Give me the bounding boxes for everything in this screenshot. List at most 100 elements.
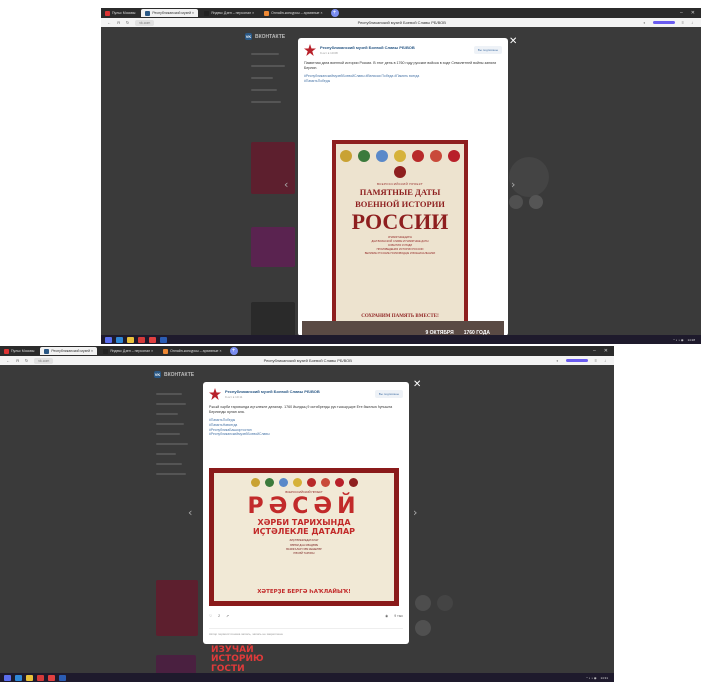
start-icon[interactable]: [4, 674, 11, 681]
new-tab-button[interactable]: +: [229, 347, 238, 355]
sidebar-item[interactable]: [251, 65, 285, 67]
vk-header: VK ВКОНТАКТЕ: [154, 371, 194, 378]
post-hashtag[interactable]: #РеспубликанскиймузейБоевойСлавы: [203, 432, 409, 437]
next-image-banner[interactable]: 9 ОКТЯБРЯ 1760 ГОДА: [302, 321, 504, 336]
folder-icon[interactable]: [127, 336, 134, 343]
sidebar-item[interactable]: [251, 89, 277, 91]
url-field[interactable]: vk.com: [34, 357, 54, 364]
translate-icon[interactable]: ◐: [643, 20, 645, 25]
word-icon[interactable]: [160, 336, 167, 343]
word-icon[interactable]: [59, 674, 66, 681]
sidebar-item[interactable]: [156, 393, 182, 395]
tab-4[interactable]: Онлайн-конкурсы – архивные ×: [159, 347, 225, 355]
tab-label: Яндекс Дзен – персонал ×: [211, 11, 255, 15]
post-author[interactable]: Республиканский музей Боевой Славы РБ/ВО…: [225, 389, 320, 394]
coat-of-arms-icon: [250, 478, 260, 487]
close-modal-icon[interactable]: ✕: [413, 379, 421, 390]
new-tab-button[interactable]: +: [330, 9, 339, 17]
address-bar: ← Я ↻ vk.com Республиканский музей Боевой С…: [0, 356, 614, 365]
post-date[interactable]: 9 окт в 10:08: [320, 51, 415, 55]
prev-post-arrow-icon[interactable]: ‹: [284, 178, 288, 191]
sidebar-item[interactable]: [251, 77, 273, 79]
tab-4[interactable]: Онлайн-конкурсы – архивные ×: [260, 9, 326, 17]
alice-wave-icon[interactable]: [565, 359, 588, 362]
download-icon[interactable]: ↓: [604, 358, 606, 363]
post-text: Рәсәй хәрби тарихында иҫтәлекле даталар.…: [209, 405, 393, 415]
side-ad-image[interactable]: [251, 227, 295, 267]
post-date[interactable]: 9 окт в 10:11: [225, 395, 320, 399]
clock[interactable]: 14:31: [600, 676, 608, 680]
page-title: Республиканский музей Боевой Славы РБ/ВО…: [263, 358, 352, 363]
post-image-poster[interactable]: ВСЕРОССИЙСКИЙ ПРОЕКТ РӘСӘЙ ХӘРБИ ТАРИХЫН…: [209, 468, 399, 606]
friend-avatar[interactable]: [415, 620, 431, 636]
vk-brand: ВКОНТАКТЕ: [255, 33, 286, 40]
back-icon[interactable]: ←: [6, 358, 10, 364]
tab-3[interactable]: Яндекс Дзен – персонал ×: [99, 347, 157, 355]
yandex-icon[interactable]: [48, 674, 55, 681]
prev-post-arrow-icon[interactable]: ‹: [188, 506, 192, 519]
close-window-icon[interactable]: ✕: [691, 10, 695, 16]
emblem-icon: [306, 478, 316, 487]
sidebar-item[interactable]: [156, 423, 184, 425]
yandex-icon[interactable]: [149, 336, 156, 343]
close-window-icon[interactable]: ✕: [604, 348, 608, 354]
next-post-arrow-icon[interactable]: ›: [413, 506, 417, 519]
minimize-icon[interactable]: –: [593, 348, 596, 354]
tab-label: Яндекс Дзен – персонал ×: [110, 349, 154, 353]
yandex-browser-icon[interactable]: [138, 336, 145, 343]
sidebar-item[interactable]: [156, 473, 186, 475]
yandex-browser-icon[interactable]: [37, 674, 44, 681]
emblem-icon: [394, 150, 406, 162]
sidebar-item[interactable]: [251, 53, 279, 55]
close-modal-icon[interactable]: ✕: [509, 36, 517, 47]
windows-taskbar: ^ ◐ ⌁ ◉ 14:31: [0, 673, 614, 682]
edge-icon[interactable]: [116, 336, 123, 343]
like-icon[interactable]: ♡: [209, 614, 212, 618]
friend-avatar[interactable]: [437, 595, 453, 611]
share-icon[interactable]: ⇗: [226, 614, 229, 618]
emblem-icon: [412, 150, 424, 162]
edge-icon[interactable]: [15, 674, 22, 681]
friend-avatar[interactable]: [509, 195, 523, 209]
post-image-poster[interactable]: ВСЕРОССИЙСКИЙ ПРОЕКТ ПАМЯТНЫЕ ДАТЫ ВОЕНН…: [332, 140, 468, 328]
menu-icon[interactable]: ≡: [595, 358, 597, 363]
reload-icon[interactable]: ↻: [126, 20, 129, 26]
windows-taskbar: ^ ◐ ⌁ ◉ 14:28: [101, 335, 701, 344]
tab-3[interactable]: Яндекс Дзен – персонал ×: [200, 9, 258, 17]
minimize-icon[interactable]: –: [680, 10, 683, 16]
sidebar-item[interactable]: [156, 463, 182, 465]
download-icon[interactable]: ↓: [691, 20, 693, 25]
yandex-icon[interactable]: Я: [117, 20, 120, 26]
menu-icon[interactable]: ≡: [682, 20, 684, 25]
clock[interactable]: 14:28: [687, 338, 695, 342]
sidebar-item[interactable]: [156, 413, 178, 415]
folder-icon[interactable]: [26, 674, 33, 681]
next-post-arrow-icon[interactable]: ›: [511, 178, 515, 191]
url-field[interactable]: vk.com: [135, 19, 155, 26]
promo-banner-text[interactable]: ИЗУЧАЙ ИСТОРИЮ ГОСТИ: [211, 645, 264, 674]
friend-avatar[interactable]: [415, 595, 431, 611]
translate-icon[interactable]: ◐: [556, 358, 558, 363]
side-ad-image[interactable]: [156, 580, 198, 636]
tab-1[interactable]: Пульс Москвы: [0, 347, 38, 355]
yandex-icon[interactable]: Я: [16, 358, 19, 364]
sidebar-item[interactable]: [156, 403, 186, 405]
tab-2[interactable]: Республиканский музей ×: [141, 9, 199, 17]
post-hashtag[interactable]: #ПамятьПобеды: [298, 79, 508, 84]
alice-wave-icon[interactable]: [652, 21, 675, 24]
friend-avatar[interactable]: [529, 195, 543, 209]
friend-avatar[interactable]: [509, 157, 549, 197]
sidebar-item[interactable]: [156, 443, 188, 445]
sidebar-item[interactable]: [156, 453, 176, 455]
tab-1[interactable]: Пульс Москвы: [101, 9, 139, 17]
subscribe-button[interactable]: Вы подписаны: [374, 390, 403, 398]
tab-2[interactable]: Республиканский музей ×: [40, 347, 98, 355]
start-icon[interactable]: [105, 336, 112, 343]
subscribe-button[interactable]: Вы подписаны: [473, 46, 502, 54]
reload-icon[interactable]: ↻: [25, 358, 28, 364]
back-icon[interactable]: ←: [107, 20, 111, 26]
emblem-icon: [334, 478, 344, 487]
post-author[interactable]: Республиканский музей Боевой Славы РБ/ВО…: [320, 45, 415, 50]
sidebar-item[interactable]: [251, 101, 281, 103]
sidebar-item[interactable]: [156, 433, 180, 435]
